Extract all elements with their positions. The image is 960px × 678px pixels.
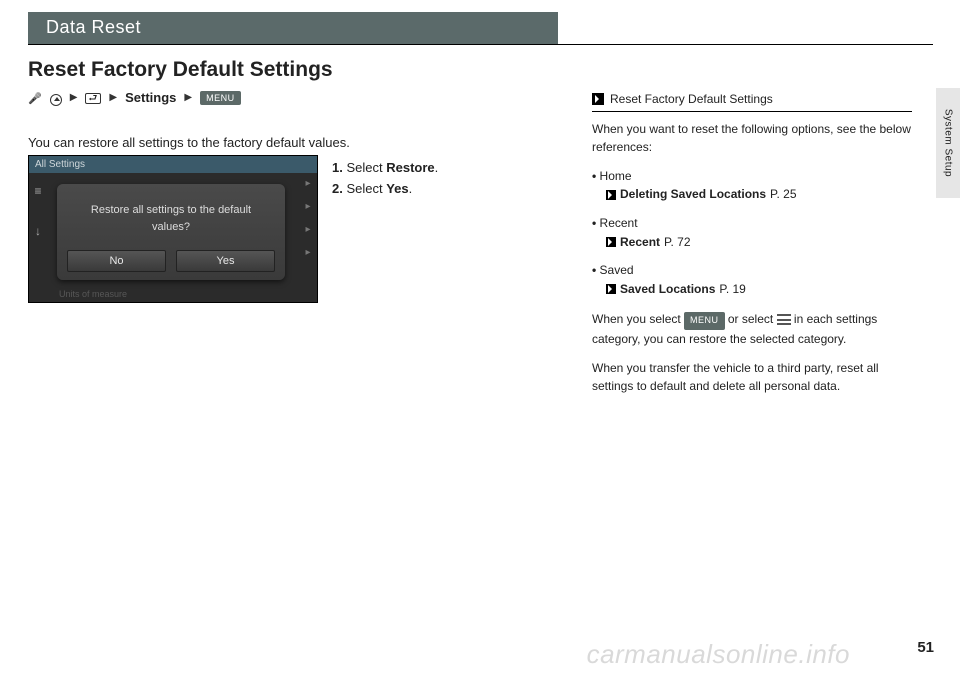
text: or select xyxy=(725,312,777,326)
dialog-text: values? xyxy=(152,221,190,233)
side-tab-label: System Setup xyxy=(943,109,954,177)
ref-title: Saved Locations xyxy=(620,280,715,299)
ref-page: P. 72 xyxy=(664,233,690,252)
watermark: carmanualsonline.info xyxy=(587,639,850,670)
chevron-right-icon: ▶ xyxy=(70,92,78,103)
confirm-dialog: Restore all settings to the default valu… xyxy=(57,184,285,280)
no-button[interactable]: No xyxy=(67,250,166,272)
list-item: Saved Saved Locations P. 19 xyxy=(592,261,912,298)
down-arrow-icon: ↓ xyxy=(35,224,41,238)
yes-button[interactable]: Yes xyxy=(176,250,275,272)
step-text: . xyxy=(409,181,413,196)
menu-chip: MENU xyxy=(684,312,725,330)
link-icon xyxy=(606,190,616,200)
chevron-right-icon: ▸ xyxy=(305,178,310,189)
cross-reference: Deleting Saved Locations P. 25 xyxy=(606,185,912,204)
home-icon xyxy=(50,94,62,106)
list-item: Recent Recent P. 72 xyxy=(592,214,912,251)
screen-left-controls: ≡ ↓ xyxy=(29,174,47,238)
cross-reference: Recent P. 72 xyxy=(606,233,912,252)
ref-title: Deleting Saved Locations xyxy=(620,185,766,204)
hamburger-icon xyxy=(777,314,791,325)
item-label: Recent xyxy=(600,216,638,230)
step-text: Select xyxy=(346,160,386,175)
info-lead: When you want to reset the following opt… xyxy=(592,120,912,157)
step-number: 1. xyxy=(332,160,343,175)
step-1: 1. Select Restore. xyxy=(332,158,438,179)
page-number: 51 xyxy=(917,639,934,656)
chapter-heading: Data Reset xyxy=(28,12,558,44)
marker-icon xyxy=(592,93,604,105)
info-paragraph: When you select MENU or select in each s… xyxy=(592,310,912,349)
chevron-right-icon: ▶ xyxy=(184,92,192,103)
info-sidebar: Reset Factory Default Settings When you … xyxy=(592,90,912,406)
side-tab: System Setup xyxy=(936,88,960,198)
chevron-right-icon: ▸ xyxy=(305,247,310,258)
info-heading-text: Reset Factory Default Settings xyxy=(610,90,773,109)
list-item: Home Deleting Saved Locations P. 25 xyxy=(592,167,912,204)
section-title: Reset Factory Default Settings xyxy=(28,58,333,82)
breadcrumb: ▶ ▶ Settings ▶ MENU xyxy=(28,90,241,105)
ref-page: P. 25 xyxy=(770,185,796,204)
step-text: . xyxy=(435,160,439,175)
step-number: 2. xyxy=(332,181,343,196)
screen-header: All Settings xyxy=(29,156,317,173)
cross-reference: Saved Locations P. 19 xyxy=(606,280,912,299)
intro-text: You can restore all settings to the fact… xyxy=(28,135,350,150)
dialog-text: Restore all settings to the default xyxy=(91,204,251,216)
instruction-steps: 1. Select Restore. 2. Select Yes. xyxy=(332,158,438,200)
screen-right-controls: ▸ ▸ ▸ ▸ xyxy=(299,174,317,258)
info-paragraph: When you transfer the vehicle to a third… xyxy=(592,359,912,396)
menu-chip: MENU xyxy=(200,91,241,105)
breadcrumb-settings: Settings xyxy=(125,90,176,105)
divider xyxy=(28,44,933,45)
chevron-right-icon: ▸ xyxy=(305,201,310,212)
back-icon xyxy=(85,93,101,104)
step-keyword: Yes xyxy=(386,181,408,196)
ref-title: Recent xyxy=(620,233,660,252)
device-screenshot: All Settings ≡ ↓ ▸ ▸ ▸ ▸ Restore all set… xyxy=(28,155,318,303)
step-text: Select xyxy=(346,181,386,196)
ref-page: P. 19 xyxy=(719,280,745,299)
screen-footer-text: Units of measure xyxy=(59,289,127,299)
step-2: 2. Select Yes. xyxy=(332,179,438,200)
chevron-right-icon: ▶ xyxy=(109,92,117,103)
link-icon xyxy=(606,284,616,294)
menu-bars-icon: ≡ xyxy=(34,184,41,198)
item-label: Home xyxy=(600,169,632,183)
chevron-right-icon: ▸ xyxy=(305,224,310,235)
info-heading: Reset Factory Default Settings xyxy=(592,90,912,112)
voice-icon xyxy=(28,90,42,105)
text: When you select xyxy=(592,312,684,326)
item-label: Saved xyxy=(600,263,634,277)
step-keyword: Restore xyxy=(386,160,434,175)
link-icon xyxy=(606,237,616,247)
